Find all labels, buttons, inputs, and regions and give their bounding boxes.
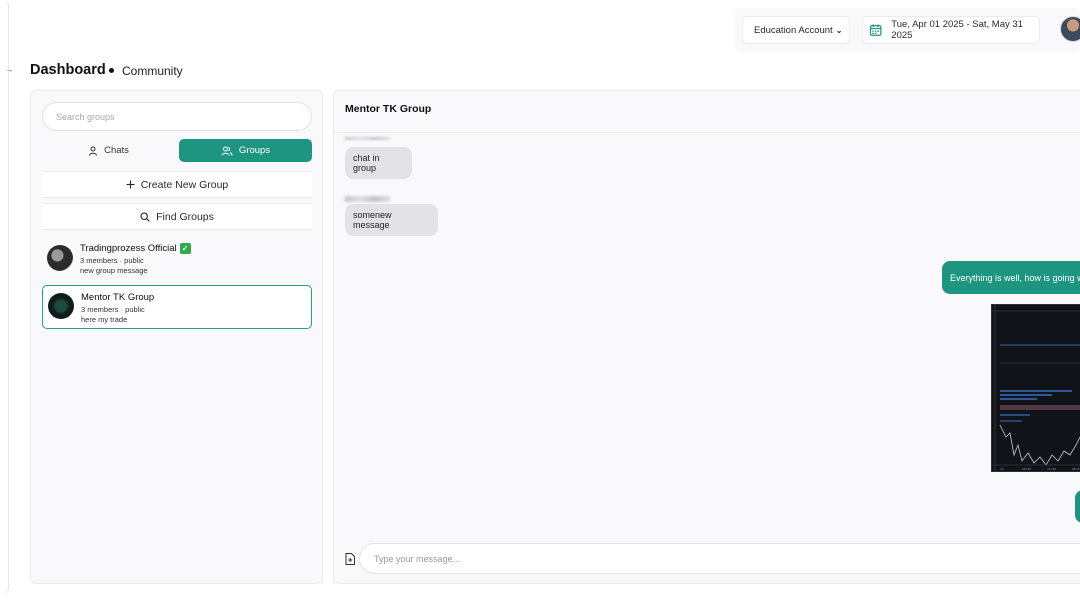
group-name: Tradingprozess Official [80, 243, 177, 254]
calendar-icon [869, 24, 882, 36]
group-list-item-selected[interactable]: Mentor TK Group 3 members · public here … [42, 285, 312, 329]
create-new-group-button[interactable]: Create New Group [42, 171, 312, 198]
group-last-message: here my trade [81, 315, 128, 324]
message-text: chat in group [353, 153, 380, 173]
create-new-group-label: Create New Group [140, 178, 229, 191]
breadcrumb: Community [122, 64, 183, 78]
collapsed-sidebar [0, 0, 9, 594]
outgoing-message: Everything is well, how is going w [942, 261, 1080, 294]
sender-name-blurred [345, 137, 390, 140]
date-range-label: Tue, Apr 01 2025 - Sat, May 31 2025 [891, 19, 1023, 41]
group-meta: 3 members · public [81, 305, 145, 314]
users-icon [221, 146, 233, 156]
chart-screenshot-image[interactable]: 14 08:00 16:00 00:00 [991, 304, 1080, 472]
date-range-picker[interactable]: Tue, Apr 01 2025 - Sat, May 31 2025 [862, 16, 1040, 44]
chevron-down-icon: ⌄ [835, 25, 843, 35]
expand-sidebar-arrow-icon[interactable]: → [2, 62, 16, 76]
svg-text:14: 14 [1000, 467, 1004, 471]
find-groups-button[interactable]: Find Groups [42, 203, 312, 230]
tab-chats[interactable]: Chats [42, 139, 175, 162]
chat-panel: Mentor TK Group chat in group somenew me… [333, 90, 1080, 584]
group-avatar [47, 245, 73, 271]
verified-check-icon: ✓ [179, 243, 191, 254]
svg-text:08:00: 08:00 [1022, 467, 1031, 471]
message-text: somenew message [353, 210, 392, 230]
chart-screenshot-icon: 14 08:00 16:00 00:00 [992, 305, 1080, 471]
message-input[interactable] [359, 543, 1080, 574]
group-avatar [48, 293, 74, 319]
sender-name-blurred [345, 196, 390, 202]
tab-chats-label: Chats [104, 145, 129, 156]
group-name: Mentor TK Group [81, 292, 155, 303]
plus-icon [126, 180, 135, 189]
groups-panel: Chats Groups Create New Group Find Group… [30, 90, 323, 584]
account-select-label: Education Account [754, 24, 833, 36]
chat-title: Mentor TK Group [345, 103, 432, 115]
group-list-item[interactable]: Tradingprozess Official ✓ 3 members · pu… [42, 238, 312, 282]
incoming-message: chat in group [345, 147, 412, 179]
account-select[interactable]: Education Account ⌄ [742, 16, 850, 44]
find-groups-label: Find Groups [156, 210, 214, 223]
group-last-message: new group message [80, 266, 148, 275]
user-icon [89, 146, 98, 156]
attach-file-icon[interactable] [345, 553, 355, 565]
chat-header-divider [334, 132, 1080, 133]
message-text: Everything is well, how is going w [950, 272, 1080, 283]
svg-text:16:00: 16:00 [1047, 467, 1056, 471]
group-meta: 3 members · public [80, 256, 144, 265]
tab-groups-label: Groups [238, 145, 271, 156]
incoming-message: somenew message [345, 204, 438, 236]
search-groups-input[interactable] [42, 102, 312, 131]
user-avatar[interactable] [1060, 16, 1080, 42]
search-icon [140, 211, 150, 222]
svg-text:00:00: 00:00 [1072, 467, 1080, 471]
breadcrumb-separator [109, 68, 114, 73]
outgoing-message-partial [1075, 490, 1080, 523]
page-title: Dashboard [30, 62, 106, 78]
tab-groups[interactable]: Groups [179, 139, 312, 162]
